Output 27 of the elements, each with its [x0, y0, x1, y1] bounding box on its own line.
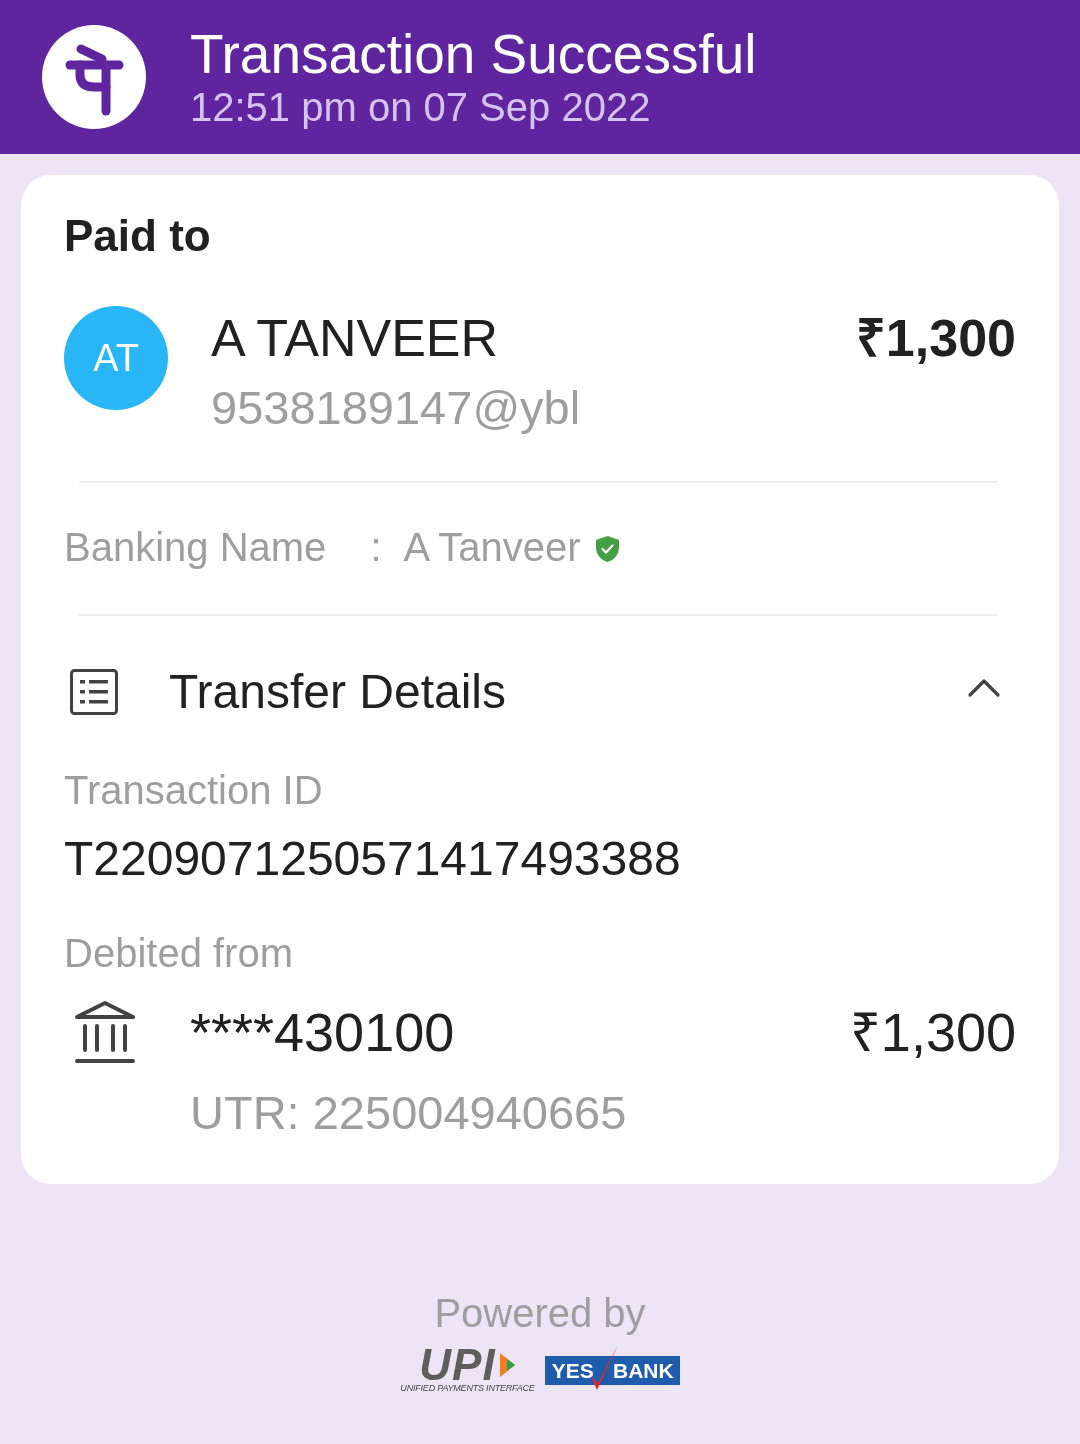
powered-by-caption: Powered by — [434, 1290, 646, 1337]
triangle-arrow-icon — [497, 1352, 516, 1378]
upi-wordmark: UPI — [419, 1348, 496, 1382]
account-number: ****430100 — [190, 1002, 455, 1062]
bank-logo-word: YES — [551, 1358, 594, 1384]
utr-number: UTR: 225004940665 — [190, 1085, 627, 1141]
upi-id: 9538189147@ybl — [211, 380, 581, 436]
field-label: Transaction ID — [64, 767, 323, 814]
field-label: Debited from — [64, 930, 293, 977]
amount: ₹1,300 — [855, 308, 1016, 368]
avatar: AT — [64, 306, 168, 410]
amount: ₹1,300 — [849, 1002, 1016, 1062]
list-icon — [70, 669, 118, 715]
field-label: Banking Name — [64, 524, 327, 571]
payee-name: A TANVEER — [211, 308, 499, 368]
logo-icon — [42, 25, 146, 129]
banking-name: A Tanveer — [403, 524, 581, 571]
upi-tagline: UNIFIED PAYMENTS INTERFACE — [400, 1383, 535, 1393]
chevron-up-icon[interactable] — [967, 678, 1001, 698]
transaction-id: T2209071250571417493388 — [64, 831, 681, 887]
section-heading: Paid to — [64, 210, 211, 262]
header-title: Transaction Successful — [190, 24, 757, 84]
timestamp: 12:51 pm on 07 Sep 2022 — [190, 84, 651, 130]
section-title: Transfer Details — [169, 664, 506, 720]
bank-building-icon — [73, 1000, 137, 1064]
separator: : — [370, 524, 382, 571]
bank-logo-word: BANK — [613, 1358, 674, 1384]
